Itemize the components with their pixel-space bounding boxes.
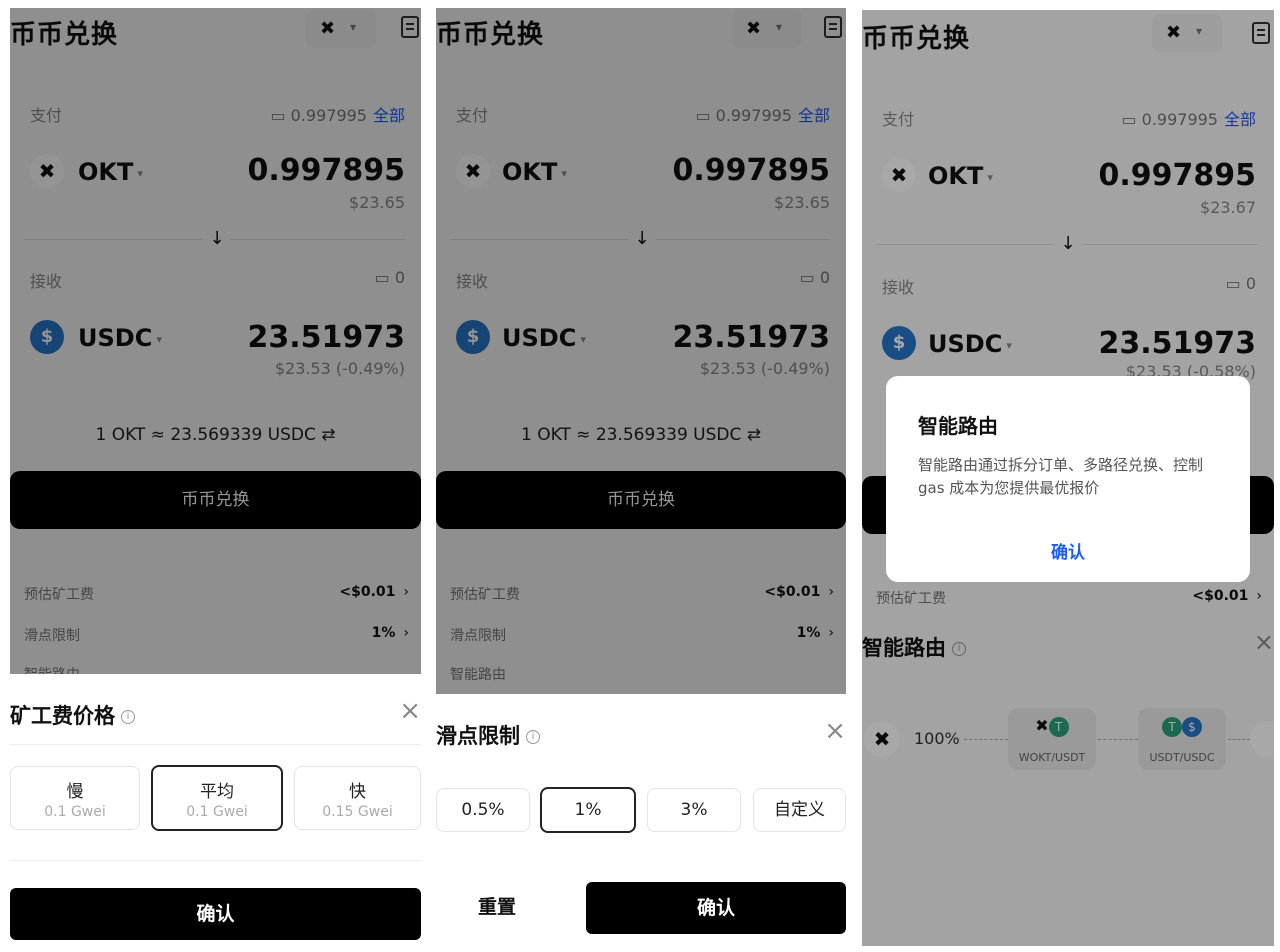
- info-icon[interactable]: i: [526, 730, 540, 744]
- confirm-button[interactable]: 确认: [586, 882, 846, 934]
- divider: [10, 860, 421, 861]
- reset-button[interactable]: 重置: [478, 892, 516, 919]
- swap-screen-slippage: 币币兑换 ✖ ▾ 支付 ▭ 0.997995 全部 ✖ OKT ▾ 0.997895…: [436, 8, 846, 952]
- modal-overlay[interactable]: [436, 8, 846, 768]
- dialog-confirm-button[interactable]: 确认: [886, 538, 1250, 563]
- swap-form: 币币兑换 ✖ ▾ 支付 ▭ 0.997995 全部 ✖ OKT ▾ 0.997895…: [436, 8, 846, 768]
- sheet-title: 滑点限制 i: [436, 720, 540, 750]
- smart-route-dialog: 智能路由 智能路由通过拆分订单、多路径兑换、控制 gas 成本为您提供最优报价 …: [886, 376, 1250, 582]
- gas-option-slow[interactable]: 慢 0.1 Gwei: [10, 766, 140, 830]
- slippage-option-0-5[interactable]: 0.5%: [436, 788, 530, 832]
- gas-option-average[interactable]: 平均 0.1 Gwei: [151, 765, 283, 831]
- confirm-button[interactable]: 确认: [10, 888, 421, 940]
- gas-price-sheet: 矿工费价格 i × 慢 0.1 Gwei 平均 0.1 Gwei 快 0.15 G…: [10, 674, 421, 952]
- gas-option-fast[interactable]: 快 0.15 Gwei: [294, 766, 421, 830]
- close-icon[interactable]: ×: [399, 696, 421, 726]
- slippage-option-custom[interactable]: 自定义: [753, 788, 846, 832]
- slippage-option-1[interactable]: 1%: [540, 787, 636, 833]
- divider: [10, 744, 421, 745]
- close-icon[interactable]: ×: [824, 716, 846, 746]
- dialog-title: 智能路由: [918, 414, 998, 438]
- swap-form: 币币兑换 ✖ ▾ 支付 ▭ 0.997995 全部 ✖ OKT ▾ 0.997895…: [10, 8, 421, 768]
- dialog-body: 智能路由通过拆分订单、多路径兑换、控制 gas 成本为您提供最优报价: [918, 456, 1204, 497]
- swap-screen-smart-route: 币币兑换 ✖ ▾ 支付 ▭ 0.997995 全部 ✖ OKT ▾ 0.997895…: [862, 10, 1274, 946]
- slippage-option-3[interactable]: 3%: [647, 788, 741, 832]
- swap-screen-gas: 币币兑换 ✖ ▾ 支付 ▭ 0.997995 全部 ✖ OKT ▾ 0.997895…: [10, 8, 421, 952]
- info-icon[interactable]: i: [121, 710, 135, 724]
- modal-overlay[interactable]: [10, 8, 421, 768]
- slippage-sheet: 滑点限制 i × 0.5% 1% 3% 自定义 重置 确认: [436, 694, 846, 952]
- sheet-title: 矿工费价格 i: [10, 700, 135, 730]
